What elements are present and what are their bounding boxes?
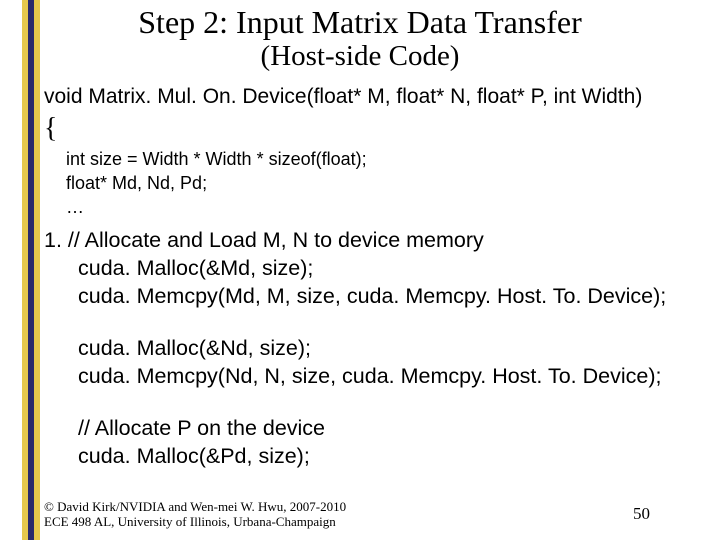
code-line: float* Md, Nd, Pd; [66, 171, 708, 195]
slide-title: Step 2: Input Matrix Data Transfer [0, 6, 720, 40]
code-line: // Allocate P on the device [78, 415, 708, 443]
footer-line: ECE 498 AL, University of Illinois, Urba… [44, 514, 346, 530]
step-1: 1. // Allocate and Load M, N to device m… [44, 227, 708, 311]
code-line: … [66, 195, 708, 219]
page-number: 50 [633, 504, 650, 524]
code-line: int size = Width * Width * sizeof(float)… [66, 147, 708, 171]
step-2: cuda. Malloc(&Nd, size); cuda. Memcpy(Nd… [44, 335, 708, 391]
code-line: cuda. Malloc(&Pd, size); [78, 443, 708, 471]
code-line: 1. // Allocate and Load M, N to device m… [44, 227, 708, 255]
slide: Step 2: Input Matrix Data Transfer (Host… [0, 0, 720, 540]
code-line: cuda. Malloc(&Md, size); [78, 255, 708, 283]
function-signature: void Matrix. Mul. On. Device(float* M, f… [44, 85, 708, 109]
code-line: cuda. Memcpy(Md, M, size, cuda. Memcpy. … [78, 283, 708, 311]
open-brace: { [44, 113, 708, 145]
slide-body: void Matrix. Mul. On. Device(float* M, f… [0, 85, 720, 471]
slide-subtitle: (Host-side Code) [0, 42, 720, 71]
local-decls: int size = Width * Width * sizeof(float)… [66, 147, 708, 220]
step-3: // Allocate P on the device cuda. Malloc… [44, 415, 708, 471]
code-line: cuda. Memcpy(Nd, N, size, cuda. Memcpy. … [78, 363, 708, 391]
footer-line: © David Kirk/NVIDIA and Wen-mei W. Hwu, … [44, 499, 346, 515]
copyright-footer: © David Kirk/NVIDIA and Wen-mei W. Hwu, … [44, 499, 346, 530]
code-line: cuda. Malloc(&Nd, size); [78, 335, 708, 363]
